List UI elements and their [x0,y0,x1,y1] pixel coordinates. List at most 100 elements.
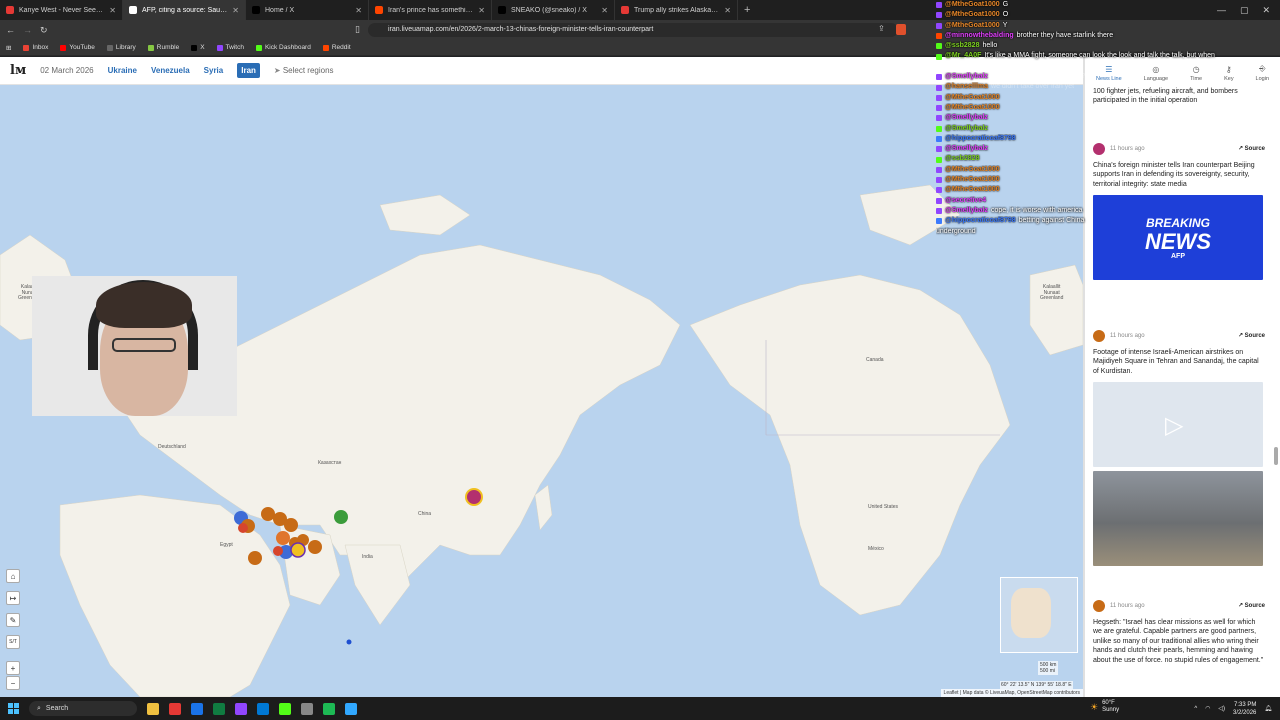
browser-tab[interactable]: AFP, citing a source: Saudi Arab ✕ [123,0,246,20]
brave-shield-icon[interactable] [896,24,906,35]
favicon-icon [129,6,137,14]
weather-text: 60°F Sunny [1102,700,1119,714]
taskbar-app-icon[interactable] [235,702,247,715]
select-regions[interactable]: ➤ Select regions [274,66,334,75]
clock-time: 7:33 PM [1234,701,1257,708]
start-icon[interactable] [8,703,19,714]
bookmark-item[interactable]: Rumble [147,44,179,51]
news-post[interactable]: 11 hours ago ↗ Source Footage of intense… [1093,330,1265,567]
weather-widget[interactable]: ☀ 60°F Sunny [1090,700,1119,714]
source-link[interactable]: ↗ Source [1238,332,1265,340]
weather-desc: Sunny [1102,707,1120,713]
taskbar-app-icon[interactable] [213,702,225,715]
platform-badge-icon [936,197,942,204]
taskbar-app-icon[interactable] [301,702,313,715]
favicon-icon [375,6,383,14]
clock[interactable]: 7:33 PM 3/2/2026 [1233,701,1256,717]
chat-message: @Smellybalz [936,144,1280,154]
label-kazakhstan: Казахстан [318,460,342,466]
taskbar-search[interactable]: ⌕ Search [29,701,137,716]
chat-username: @ssb2828 [945,42,980,50]
notification-icon[interactable]: 🔔︎ [1264,705,1272,712]
reload-icon[interactable]: ↻ [40,25,48,36]
new-tab-button[interactable]: + [738,4,756,16]
sidebar-scrollbar[interactable] [1274,447,1278,465]
tab-close-icon[interactable]: ✕ [232,6,239,15]
nav-link-region[interactable]: Ukraine [108,66,137,75]
video-thumbnail[interactable]: ▷ [1093,382,1263,468]
tab-close-icon[interactable]: ✕ [478,6,485,15]
taskbar-app-icon[interactable] [323,702,335,715]
chat-username: @MtheGoat1000 [945,176,1000,184]
bookmark-item[interactable]: Inbox [23,44,48,51]
taskbar-app-icon[interactable] [147,702,159,715]
apps-icon[interactable]: ⊞ [6,44,11,52]
chat-message: @MtheGoat1000 [936,185,1280,195]
label-united-states: United States [868,504,899,510]
taskbar-app-icon[interactable] [279,702,291,715]
wifi-icon[interactable]: ◠ [1205,705,1210,712]
bookmark-item[interactable]: Twitch [216,44,244,51]
platform-badge-icon [936,208,942,215]
chat-message: @minnowthebalding brother they have starl… [936,31,1280,41]
site-logo[interactable]: lм [10,63,26,78]
zoom-out-button[interactable]: − [6,676,20,690]
platform-badge-icon [936,53,942,60]
date-display[interactable]: 02 March 2026 [40,66,93,75]
home-control[interactable]: ⌂ [6,569,20,583]
tab-close-icon[interactable]: ✕ [601,6,608,15]
pan-control[interactable]: ↦ [6,591,20,605]
browser-tab[interactable]: Iran's prince has something to say. ✕ [369,0,492,20]
news-post[interactable]: 11 hours ago ↗ Source Hegseth: "Israel h… [1093,600,1265,665]
browser-tab[interactable]: Trump ally strikes Alaska gas deal wit ✕ [615,0,738,20]
taskbar-apps [147,702,357,715]
url-field[interactable]: iran.liveuamap.com/en/2026/2-march-13-ch… [368,23,898,37]
bookmark-icon[interactable]: ▯ [355,24,360,35]
tab-close-icon[interactable]: ✕ [724,6,731,15]
chat-message: @secretive4 [936,196,1280,206]
nav-link-region[interactable]: Iran [237,63,260,78]
minimap[interactable] [1000,577,1078,653]
chevron-up-icon[interactable]: ^ [1194,706,1197,712]
smoke-photo[interactable] [1093,471,1263,567]
tab-close-icon[interactable]: ✕ [109,6,116,15]
tab-close-icon[interactable]: ✕ [355,6,362,15]
chat-username: @Mr_4A0F [945,52,982,60]
taskbar-app-icon[interactable] [191,702,203,715]
nav-link-region[interactable]: Venezuela [151,66,190,75]
draw-control[interactable]: ✎ [6,613,20,627]
chat-username: @MtheGoat1000 [945,1,1000,8]
forward-icon[interactable]: → [23,25,32,35]
bookmark-item[interactable]: Kick Dashboard [255,44,311,51]
nav-link-region[interactable]: Syria [204,66,224,75]
browser-tab[interactable]: SNEAKO (@sneako) / X ✕ [492,0,615,20]
taskbar-app-icon[interactable] [345,702,357,715]
zoom-in-button[interactable]: + [6,661,20,675]
bookmark-label: Kick Dashboard [264,44,311,51]
bookmark-list: Inbox YouTube Library Rumble X Twitch Kick Das… [23,44,351,51]
bookmark-item[interactable]: Library [106,44,136,51]
scale-mi: 500 mi [1040,668,1056,674]
tab-label: Iran's prince has something to say. [388,6,474,14]
favicon-icon [498,6,506,14]
system-tray: ^ ◠ ◁) 7:33 PM 3/2/2026 🔔︎ [1194,701,1280,717]
layer-control[interactable]: S/T [6,635,20,649]
back-icon[interactable]: ← [6,25,15,35]
tab-label: SNEAKO (@sneako) / X [511,6,587,14]
label-egypt: Egypt [220,542,233,548]
bookmark-item[interactable]: Reddit [322,44,351,51]
source-link[interactable]: ↗ Source [1238,602,1265,610]
play-icon[interactable]: ▷ [1165,410,1183,442]
bookmark-item[interactable]: YouTube [60,44,95,51]
volume-icon[interactable]: ◁) [1218,705,1225,712]
taskbar-app-icon[interactable] [169,702,181,715]
browser-tab[interactable]: Kanye West - Never See Me Again - ✕ [0,0,123,20]
platform-badge-icon [936,74,942,81]
taskbar-app-icon[interactable] [257,702,269,715]
map-attribution: Leaflet | Map data © LiveuaMap, OpenStre… [940,689,1083,697]
bookmark-item[interactable]: X [191,44,205,51]
post-meta: 11 hours ago [1093,330,1145,342]
share-icon[interactable]: ⇪ [878,24,885,33]
chat-message: @MtheGoat1000 [936,165,1280,175]
browser-tab[interactable]: Home / X ✕ [246,0,369,20]
